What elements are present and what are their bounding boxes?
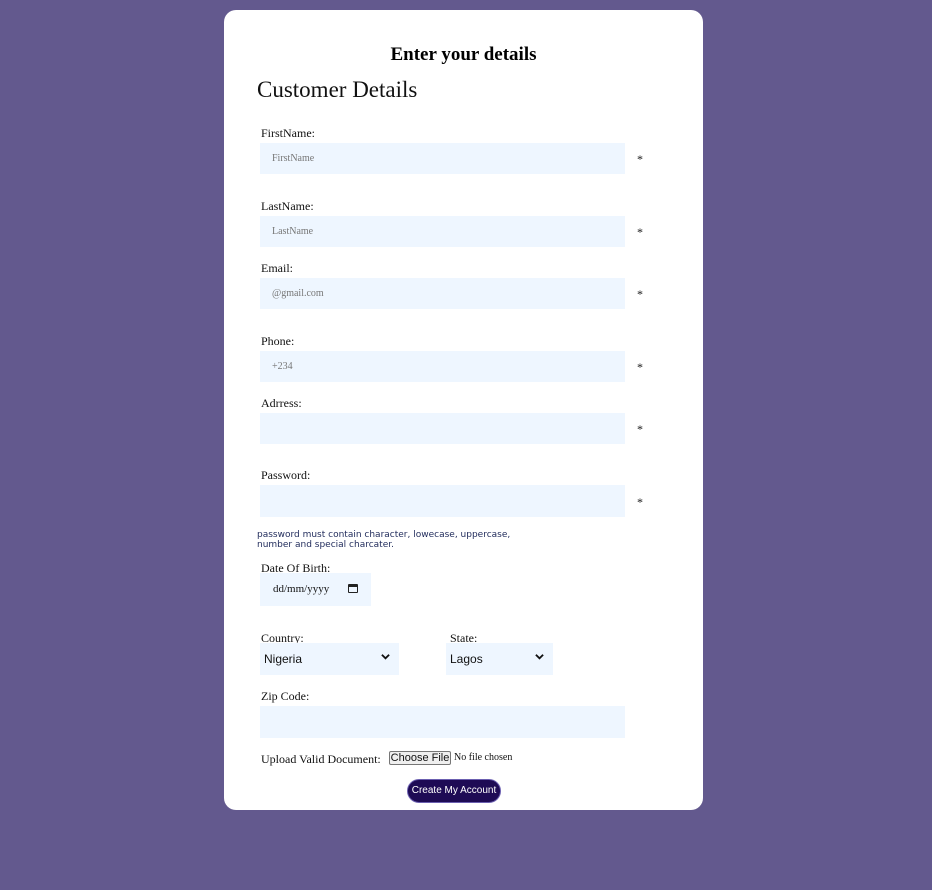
choose-file-button[interactable]: Choose File	[389, 751, 451, 765]
dob-placeholder: dd/mm/yyyy	[273, 583, 330, 595]
calendar-icon[interactable]	[348, 584, 358, 593]
chevron-down-icon	[381, 654, 390, 660]
upload-label: Upload Valid Document:	[261, 752, 381, 766]
country-select[interactable]: Nigeria	[260, 643, 399, 675]
last-name-input[interactable]: LastName	[260, 216, 625, 247]
address-input[interactable]	[260, 413, 625, 444]
country-selected-value: Nigeria	[264, 652, 303, 666]
file-status: No file chosen	[454, 752, 513, 763]
zip-code-label: Zip Code:	[261, 689, 310, 703]
phone-label: Phone:	[261, 334, 295, 348]
email-label: Email:	[261, 261, 293, 275]
phone-required-mark: *	[637, 360, 643, 374]
email-required-mark: *	[637, 287, 643, 301]
phone-input[interactable]: +234	[260, 351, 625, 382]
email-input[interactable]: @gmail.com	[260, 278, 625, 309]
first-name-label: FirstName:	[261, 126, 315, 140]
state-selected-value: Lagos	[450, 652, 483, 666]
password-label: Password:	[261, 468, 311, 482]
create-account-button[interactable]: Create My Account	[407, 779, 501, 803]
chevron-down-icon	[535, 654, 544, 660]
password-input[interactable]	[260, 485, 625, 517]
last-name-label: LastName:	[261, 199, 314, 213]
first-name-input[interactable]: FirstName	[260, 143, 625, 174]
address-required-mark: *	[637, 422, 643, 436]
password-required-mark: *	[637, 495, 643, 509]
page-heading: Enter your details	[390, 44, 537, 65]
state-select[interactable]: Lagos	[446, 643, 553, 675]
last-name-required-mark: *	[637, 225, 643, 239]
first-name-required-mark: *	[637, 152, 643, 166]
address-label: Adrress:	[261, 396, 302, 410]
dob-input[interactable]: dd/mm/yyyy	[260, 573, 371, 606]
password-hint: password must contain character, lowecas…	[257, 530, 511, 550]
zip-code-input[interactable]	[260, 706, 625, 738]
registration-card: Enter your details Customer Details Firs…	[224, 10, 703, 810]
section-title: Customer Details	[257, 77, 418, 102]
